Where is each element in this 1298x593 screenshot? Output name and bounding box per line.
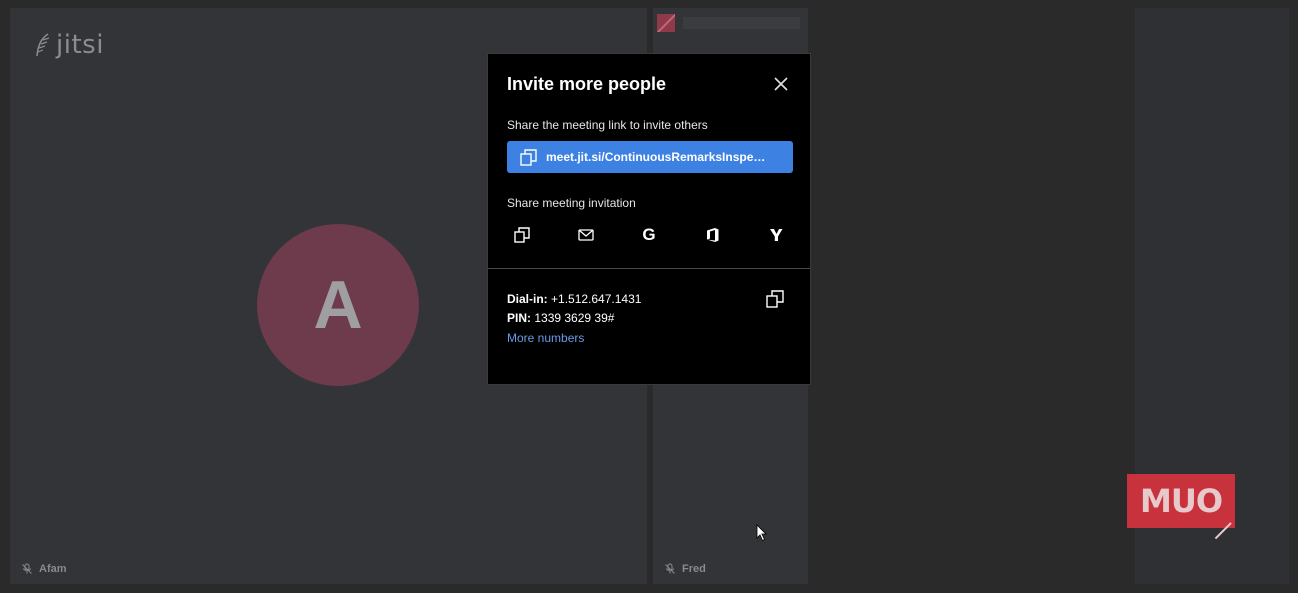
share-link-label: Share the meeting link to invite others [507,118,708,132]
watermark-text: MUO [1139,482,1223,520]
more-numbers-link[interactable]: More numbers [507,331,584,345]
copy-icon [514,227,530,243]
dial-in-number: +1.512.647.1431 [551,292,642,306]
yahoo-icon [770,229,783,241]
pin-value: 1339 3629 39# [534,311,615,325]
office-invite-button[interactable] [702,224,724,246]
copy-invitation-button[interactable] [511,224,533,246]
jitsi-logo-icon [36,33,50,57]
side-tile-bar [683,17,800,29]
invite-dialog: Invite more people Share the meeting lin… [487,53,811,385]
meeting-link: meet.jit.si/ContinuousRemarksInspect... [546,150,770,164]
stats-indicator-icon [657,14,675,32]
email-icon [578,229,594,241]
copy-icon [766,290,784,308]
pin-label: PIN: [507,311,531,325]
google-invite-button[interactable]: G [638,224,660,246]
share-invitation-label: Share meeting invitation [507,196,636,210]
mouse-cursor-icon [756,524,767,542]
pin-line: PIN: 1339 3629 39# [507,311,614,325]
logo-text: jitsi [56,30,104,60]
email-invite-button[interactable] [575,224,597,246]
mic-muted-icon [22,563,32,574]
mic-muted-icon [665,563,675,574]
participant-name-tag: Afam [21,563,67,575]
share-options: G [507,224,793,246]
watermark-logo: MUO [1127,474,1235,528]
participant-name-tag: Fred [664,563,706,575]
jitsi-logo: jitsi [34,30,104,60]
participant-name: Afam [39,563,67,575]
copy-meeting-link-button[interactable]: meet.jit.si/ContinuousRemarksInspect... [507,141,793,173]
dial-in-line: Dial-in: +1.512.647.1431 [507,292,641,306]
side-tile-header [657,13,800,33]
google-icon: G [642,225,656,244]
office-icon [707,228,719,242]
copy-dial-in-button[interactable] [766,290,784,308]
conference-stage: jitsi A Afam Fred MUO Invite more people… [0,0,1298,593]
dial-in-label: Dial-in: [507,292,548,306]
participant-avatar: A [257,224,419,386]
avatar-letter: A [313,267,363,343]
copy-icon [520,148,537,166]
yahoo-invite-button[interactable] [765,224,787,246]
dialog-divider [488,268,810,269]
participant-name: Fred [682,563,706,575]
close-icon [774,77,788,91]
close-button[interactable] [774,77,788,91]
dialog-title: Invite more people [507,74,667,94]
